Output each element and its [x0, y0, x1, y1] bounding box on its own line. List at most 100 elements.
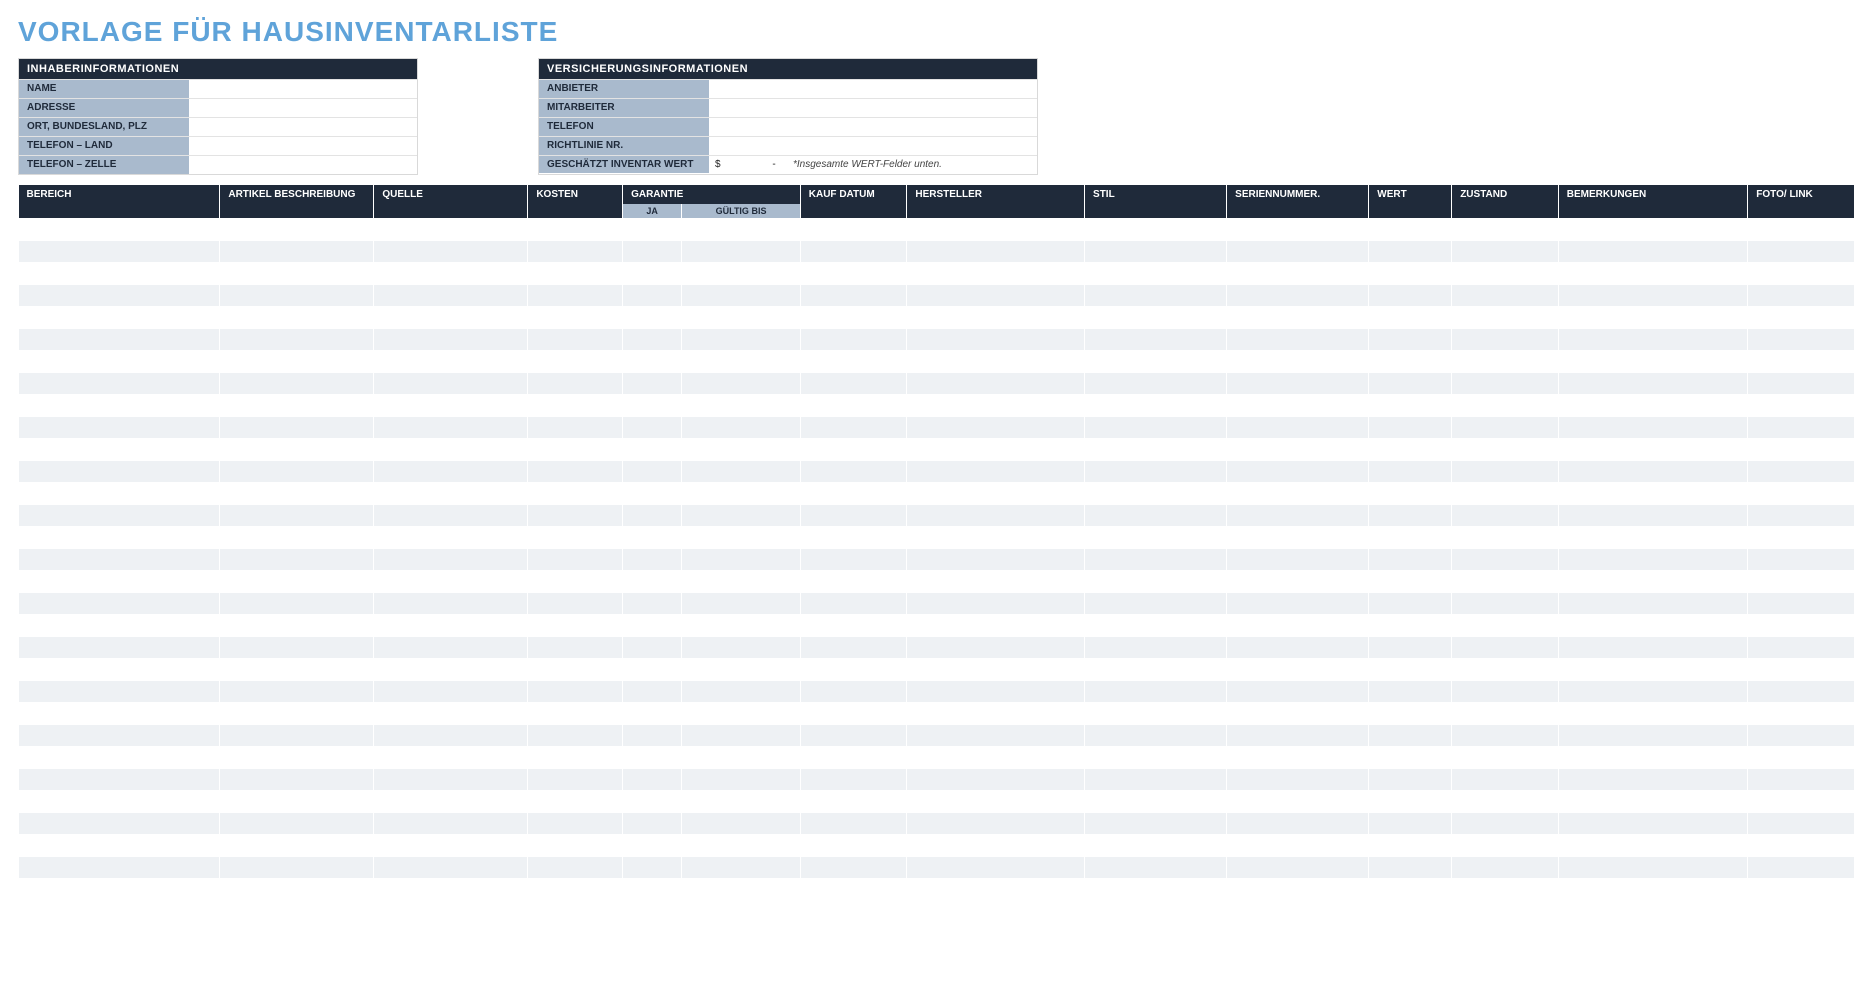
table-cell[interactable] [1748, 769, 1855, 791]
table-cell[interactable] [1452, 483, 1559, 505]
table-cell[interactable] [528, 483, 623, 505]
table-cell[interactable] [907, 483, 1085, 505]
table-cell[interactable] [1369, 791, 1452, 813]
table-cell[interactable] [800, 659, 907, 681]
table-cell[interactable] [1085, 285, 1227, 307]
table-cell[interactable] [528, 527, 623, 549]
table-cell[interactable] [1558, 835, 1748, 857]
table-cell[interactable] [623, 813, 682, 835]
table-cell[interactable] [528, 769, 623, 791]
table-cell[interactable] [1085, 791, 1227, 813]
table-cell[interactable] [1227, 637, 1369, 659]
table-cell[interactable] [1452, 417, 1559, 439]
table-cell[interactable] [682, 615, 800, 637]
table-cell[interactable] [374, 791, 528, 813]
table-cell[interactable] [1748, 813, 1855, 835]
table-cell[interactable] [1748, 439, 1855, 461]
table-cell[interactable] [528, 351, 623, 373]
table-cell[interactable] [19, 835, 220, 857]
table-cell[interactable] [1452, 285, 1559, 307]
table-cell[interactable] [800, 373, 907, 395]
table-cell[interactable] [1085, 747, 1227, 769]
table-cell[interactable] [1558, 241, 1748, 263]
table-cell[interactable] [528, 329, 623, 351]
table-cell[interactable] [682, 593, 800, 615]
table-cell[interactable] [800, 703, 907, 725]
table-cell[interactable] [1085, 439, 1227, 461]
table-cell[interactable] [1227, 791, 1369, 813]
table-cell[interactable] [374, 637, 528, 659]
table-cell[interactable] [1748, 329, 1855, 351]
table-cell[interactable] [1369, 263, 1452, 285]
table-cell[interactable] [1558, 659, 1748, 681]
table-cell[interactable] [528, 285, 623, 307]
table-cell[interactable] [682, 549, 800, 571]
table-cell[interactable] [1227, 373, 1369, 395]
table-cell[interactable] [374, 263, 528, 285]
table-cell[interactable] [528, 857, 623, 879]
table-cell[interactable] [907, 615, 1085, 637]
table-cell[interactable] [374, 681, 528, 703]
table-cell[interactable] [1085, 593, 1227, 615]
table-cell[interactable] [1227, 747, 1369, 769]
table-cell[interactable] [1085, 813, 1227, 835]
table-cell[interactable] [220, 703, 374, 725]
table-cell[interactable] [623, 747, 682, 769]
table-cell[interactable] [1085, 527, 1227, 549]
table-cell[interactable] [220, 373, 374, 395]
table-cell[interactable] [220, 483, 374, 505]
table-cell[interactable] [1227, 527, 1369, 549]
table-cell[interactable] [1748, 219, 1855, 241]
table-cell[interactable] [374, 241, 528, 263]
table-cell[interactable] [1748, 373, 1855, 395]
table-cell[interactable] [1227, 549, 1369, 571]
table-cell[interactable] [1369, 395, 1452, 417]
table-cell[interactable] [220, 461, 374, 483]
table-cell[interactable] [1085, 395, 1227, 417]
table-cell[interactable] [1227, 505, 1369, 527]
table-cell[interactable] [682, 263, 800, 285]
table-cell[interactable] [220, 351, 374, 373]
table-cell[interactable] [623, 571, 682, 593]
table-cell[interactable] [682, 417, 800, 439]
table-cell[interactable] [1748, 307, 1855, 329]
table-cell[interactable] [220, 439, 374, 461]
table-cell[interactable] [1227, 439, 1369, 461]
table-cell[interactable] [374, 571, 528, 593]
table-cell[interactable] [1227, 615, 1369, 637]
table-cell[interactable] [374, 527, 528, 549]
table-cell[interactable] [907, 791, 1085, 813]
table-cell[interactable] [623, 285, 682, 307]
table-cell[interactable] [800, 637, 907, 659]
table-cell[interactable] [1227, 703, 1369, 725]
table-cell[interactable] [1558, 351, 1748, 373]
table-cell[interactable] [1558, 857, 1748, 879]
table-cell[interactable] [1227, 285, 1369, 307]
table-cell[interactable] [220, 747, 374, 769]
table-cell[interactable] [1369, 439, 1452, 461]
table-cell[interactable] [374, 593, 528, 615]
table-cell[interactable] [1748, 857, 1855, 879]
table-cell[interactable] [907, 373, 1085, 395]
table-cell[interactable] [1227, 241, 1369, 263]
table-cell[interactable] [528, 703, 623, 725]
table-cell[interactable] [1085, 615, 1227, 637]
table-cell[interactable] [374, 703, 528, 725]
table-cell[interactable] [1558, 549, 1748, 571]
table-cell[interactable] [800, 857, 907, 879]
table-cell[interactable] [220, 241, 374, 263]
table-cell[interactable] [682, 857, 800, 879]
table-cell[interactable] [1369, 725, 1452, 747]
table-cell[interactable] [220, 549, 374, 571]
table-cell[interactable] [682, 703, 800, 725]
table-cell[interactable] [1558, 637, 1748, 659]
table-cell[interactable] [1227, 351, 1369, 373]
table-cell[interactable] [682, 527, 800, 549]
table-cell[interactable] [800, 461, 907, 483]
table-cell[interactable] [623, 725, 682, 747]
table-cell[interactable] [800, 571, 907, 593]
table-cell[interactable] [1085, 307, 1227, 329]
table-cell[interactable] [1227, 659, 1369, 681]
table-cell[interactable] [220, 395, 374, 417]
table-cell[interactable] [1452, 219, 1559, 241]
